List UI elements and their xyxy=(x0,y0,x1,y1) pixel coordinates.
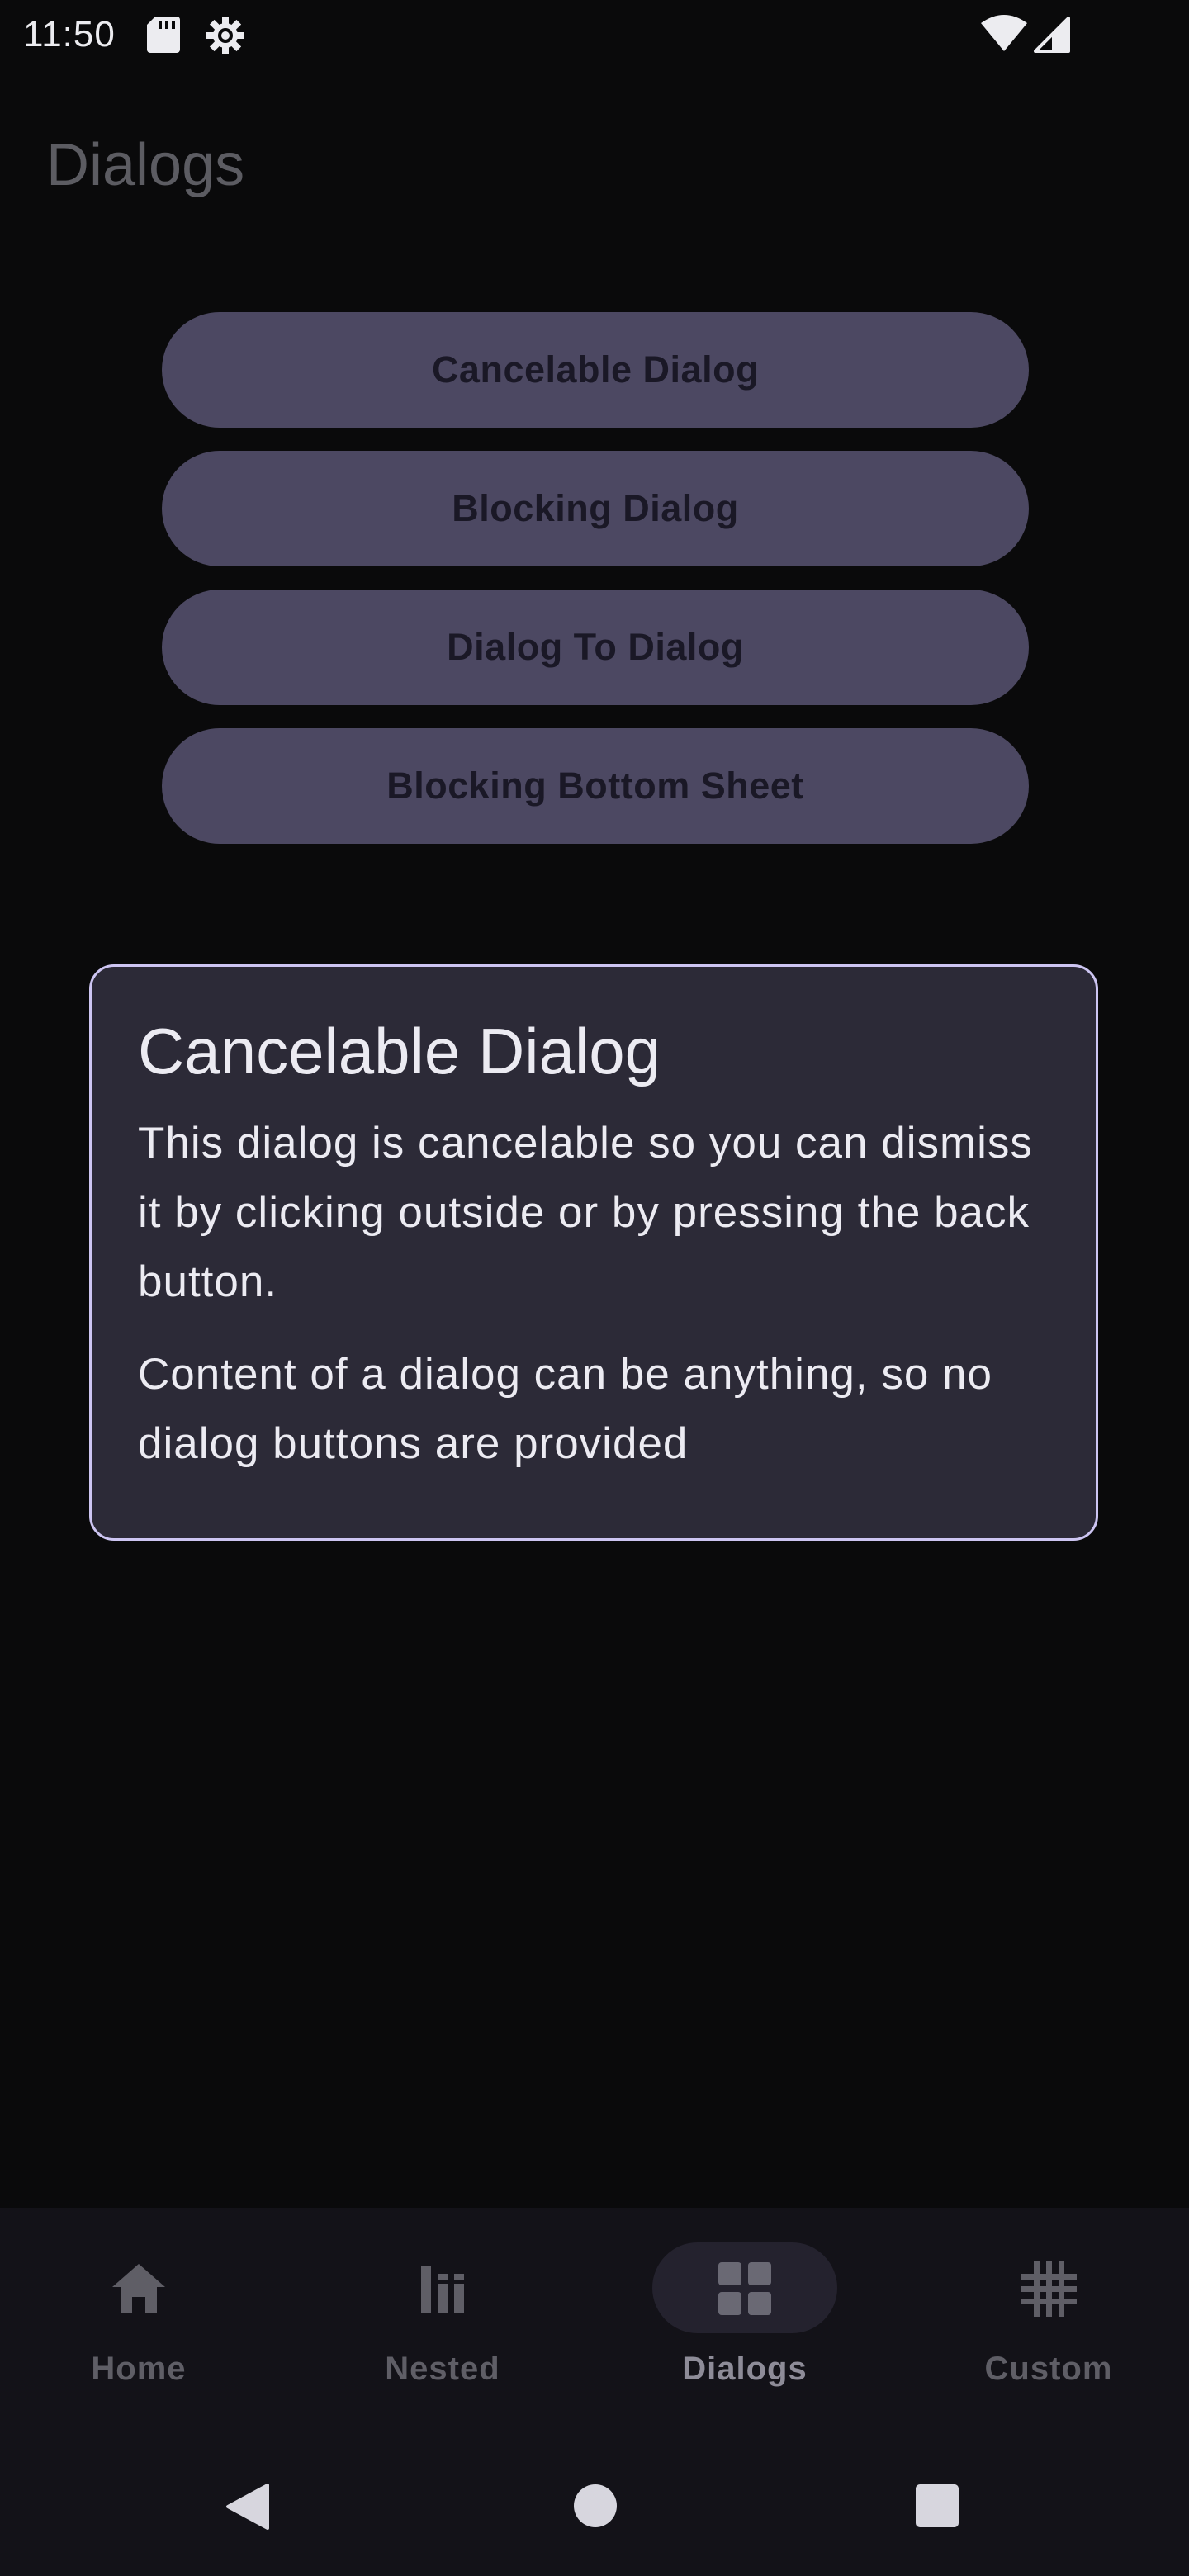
cancelable-dialog: Cancelable Dialog This dialog is cancela… xyxy=(89,964,1098,1541)
cancelable-dialog-button[interactable]: Cancelable Dialog xyxy=(162,312,1029,428)
recents-icon[interactable] xyxy=(915,2484,959,2528)
wifi-icon xyxy=(981,15,1027,51)
system-navigation-bar xyxy=(0,2429,1189,2576)
grid-icon xyxy=(718,2262,771,2315)
dialog-paragraph: This dialog is cancelable so you can dis… xyxy=(138,1119,1033,1306)
dialog-title: Cancelable Dialog xyxy=(138,1015,661,1087)
hash-grid-icon xyxy=(1021,2261,1077,2317)
blocking-dialog-button[interactable]: Blocking Dialog xyxy=(162,451,1029,566)
home-circle-icon[interactable] xyxy=(573,2484,618,2528)
nav-label-home: Home xyxy=(91,2351,187,2387)
page-title: Dialogs xyxy=(46,132,245,198)
nav-label-nested: Nested xyxy=(385,2351,500,2387)
status-time: 11:50 xyxy=(23,14,116,54)
status-bar: 11:50 xyxy=(0,0,1189,71)
nav-item-custom[interactable]: Custom xyxy=(933,2208,1164,2429)
cellular-signal-icon xyxy=(1034,17,1070,53)
nav-item-dialogs[interactable]: Dialogs xyxy=(629,2208,860,2429)
nav-item-nested[interactable]: Nested xyxy=(327,2208,558,2429)
back-icon[interactable] xyxy=(225,2482,271,2531)
nav-label-custom: Custom xyxy=(984,2351,1113,2387)
nav-item-home[interactable]: Home xyxy=(23,2208,254,2429)
dialog-to-dialog-button[interactable]: Dialog To Dialog xyxy=(162,590,1029,705)
nav-label-dialogs: Dialogs xyxy=(682,2351,808,2387)
blocking-bottom-sheet-button[interactable]: Blocking Bottom Sheet xyxy=(162,728,1029,844)
bar-chart-icon xyxy=(421,2266,464,2313)
gear-icon xyxy=(206,17,244,54)
bottom-navigation: Home Nested Dialogs Custom xyxy=(0,2208,1189,2429)
dialog-paragraph: Content of a dialog can be anything, so … xyxy=(138,1350,992,1468)
home-icon xyxy=(112,2264,165,2313)
sd-card-icon xyxy=(147,17,180,53)
